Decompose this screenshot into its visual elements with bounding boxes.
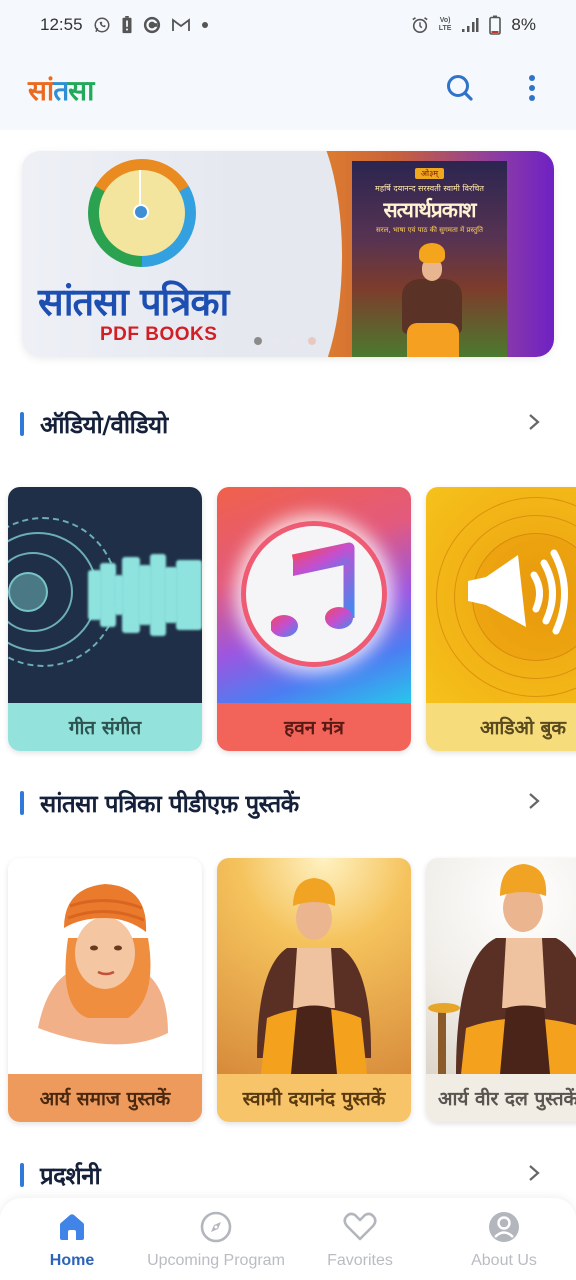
more-vert-icon [528, 74, 536, 107]
chevron-right-icon [527, 412, 541, 437]
logo-part-2: त [53, 74, 69, 107]
battery-percent: 8% [511, 15, 536, 34]
section-header-pdf-books[interactable]: सांतसा पत्रिका पीडीएफ़ पुस्तकें [0, 783, 576, 823]
logo-part-3: सा [68, 74, 94, 107]
nav-favorites[interactable]: Favorites [288, 1198, 432, 1280]
category-card-havan-mantra[interactable]: हवन मंत्र [217, 487, 411, 751]
overflow-menu-button[interactable] [516, 74, 548, 106]
section-title: प्रदर्शनी [40, 1161, 101, 1190]
nav-label: Favorites [327, 1252, 393, 1269]
more-dot-icon [201, 21, 209, 29]
app-logo: सांतसा [28, 71, 94, 109]
battery-alert-icon [121, 16, 133, 34]
section-title: सांतसा पत्रिका पीडीएफ़ पुस्तकें [40, 789, 299, 818]
lte-label: LTE [438, 25, 452, 32]
nav-label: Upcoming Program [147, 1252, 285, 1269]
banner-title: सांतसा पत्रिका [38, 280, 229, 324]
music-note-icon [270, 542, 357, 647]
nav-about-us[interactable]: About Us [432, 1198, 576, 1280]
whatsapp-icon [93, 16, 111, 34]
gmail-icon [171, 17, 191, 33]
sound-wave-image [8, 487, 202, 703]
see-all-button[interactable] [520, 789, 548, 817]
book-author: महर्षि दयानन्द सरस्वती स्वामी विरचित [375, 184, 484, 193]
section-accent-bar [20, 791, 24, 815]
heart-icon [343, 1210, 377, 1244]
carousel-dot-2[interactable] [272, 337, 280, 345]
volte-label: Vo) [439, 17, 451, 24]
seated-portrait-image [217, 858, 411, 1074]
volte-lte-icon: Vo) LTE [439, 17, 452, 33]
bottom-navigation: Home Upcoming Program Favorites About Us [0, 1198, 576, 1280]
account-icon [487, 1210, 521, 1244]
category-card-arya-veer-dal-books[interactable]: आर्य वीर दल पुस्तकें [426, 858, 576, 1122]
nav-upcoming-program[interactable]: Upcoming Program [144, 1198, 288, 1280]
nav-home[interactable]: Home [0, 1198, 144, 1280]
pdf-books-card-row: आर्य समाज पुस्तकें स्वामी दयानंद पुस्तके… [8, 858, 576, 1124]
book-cover-satyarth-prakash: ओ३म् महर्षि दयानन्द सरस्वती स्वामी विरचि… [352, 161, 507, 357]
speaker-icon [464, 547, 574, 642]
portrait-image [8, 858, 202, 1074]
banner-carousel[interactable]: सांतसा पत्रिका PDF BOOKS ओ३म् महर्षि दया… [22, 151, 554, 357]
santasa-emblem [88, 159, 196, 267]
chevron-right-icon [527, 1163, 541, 1188]
card-label: आडिओ बुक [426, 703, 576, 751]
signal-icon [461, 17, 479, 33]
seated-figure-illustration [397, 243, 467, 357]
search-icon [445, 73, 475, 108]
card-label: स्वामी दयानंद पुस्तकें [217, 1074, 411, 1122]
category-card-arya-samaj-books[interactable]: आर्य समाज पुस्तकें [8, 858, 202, 1122]
compass-icon [199, 1210, 233, 1244]
alarm-icon [411, 16, 429, 34]
nav-label: Home [49, 1252, 95, 1269]
category-card-swami-dayanand-books[interactable]: स्वामी दयानंद पुस्तकें [217, 858, 411, 1122]
carousel-dot-4[interactable] [308, 337, 316, 345]
circle-app-icon [143, 16, 161, 34]
battery-icon [489, 15, 502, 35]
card-label: हवन मंत्र [217, 703, 411, 751]
seated-portrait-image [426, 858, 576, 1074]
status-time: 12:55 [40, 15, 83, 34]
card-label: आर्य वीर दल पुस्तकें [426, 1074, 576, 1122]
see-all-button[interactable] [520, 1161, 548, 1189]
carousel-indicator [254, 337, 316, 345]
section-header-audio-video[interactable]: ऑडियो/वीडियो [0, 404, 576, 444]
home-icon [55, 1210, 89, 1244]
book-title: सत्यार्थप्रकाश [383, 198, 476, 222]
see-all-button[interactable] [520, 410, 548, 438]
section-accent-bar [20, 412, 24, 436]
nav-label: About Us [471, 1252, 537, 1269]
app-bar: सांतसा [0, 50, 576, 130]
carousel-dot-1[interactable] [254, 337, 262, 345]
audio-video-card-row: गीत संगीत हवन मंत्र आडिओ बुक [8, 487, 576, 753]
section-accent-bar [20, 1163, 24, 1187]
category-card-geet-sangeet[interactable]: गीत संगीत [8, 487, 202, 751]
book-tagline: सरल, भाषा एवं पाठ की सुगमता में प्रस्तुत… [376, 226, 483, 234]
chevron-right-icon [527, 791, 541, 816]
banner-subtitle: PDF BOOKS [100, 324, 218, 345]
category-card-audio-book[interactable]: आडिओ बुक [426, 487, 576, 751]
section-header-exhibition[interactable]: प्रदर्शनी [0, 1155, 576, 1195]
section-title: ऑडियो/वीडियो [40, 410, 168, 439]
carousel-dot-3[interactable] [290, 337, 298, 345]
search-button[interactable] [444, 74, 476, 106]
card-label: आर्य समाज पुस्तकें [8, 1074, 202, 1122]
logo-part-1: सां [28, 74, 54, 107]
card-label: गीत संगीत [8, 703, 202, 751]
book-tag: ओ३म् [414, 168, 445, 179]
music-app-image [217, 487, 411, 703]
speaker-image [426, 487, 576, 703]
banner-curve [242, 151, 342, 357]
status-bar: 12:55 Vo) LTE 8% [0, 0, 576, 50]
